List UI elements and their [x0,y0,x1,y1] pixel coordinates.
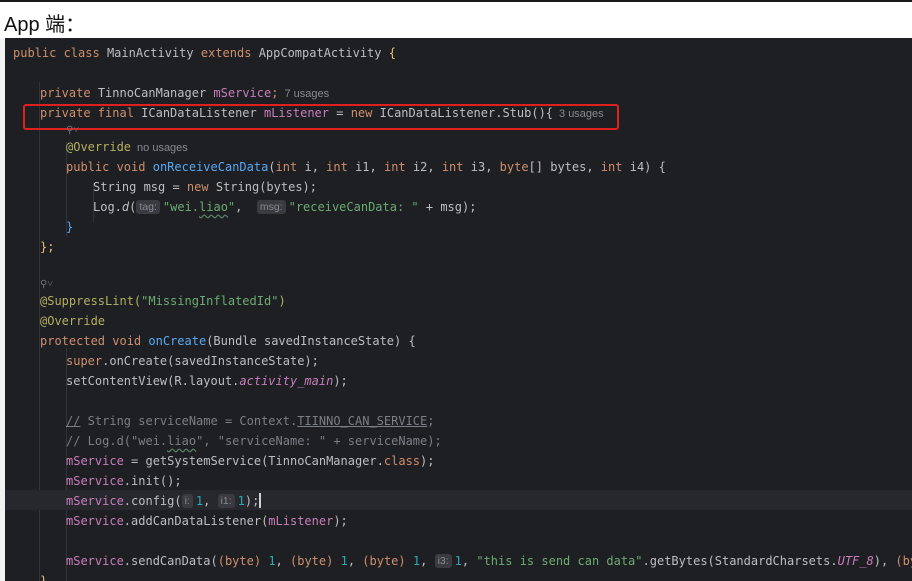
param-hint-i3: i3: [434,554,452,568]
param-hint-msg: msg: [256,200,286,214]
code-line-send: mService.sendCanData((byte) 1, (byte) 1,… [66,554,912,568]
code-line-assign-service: mService = getSystemService(TinnoCanMana… [66,454,435,468]
code-line-on-create: protected void onCreate(Bundle savedInst… [40,334,416,348]
code-line-last-brace: } [40,574,48,581]
document-title: App 端： [4,14,86,36]
code-line-comment1: // String serviceName = Context.TIINNO_C… [66,414,435,428]
code-line-content-view: setContentView(R.layout.activity_main); [66,374,348,388]
code-line-class-decl: public class MainActivity extends AppCom… [13,46,396,60]
code-line-comment2: // Log.d("wei.liao", "serviceName: " + s… [66,434,442,448]
param-hint-tag: tag: [136,200,160,214]
code-line-close-anon: }; [40,240,55,254]
document-header: App 端： [0,0,912,38]
code-line-msg: String msg = new String(bytes); [93,180,317,194]
param-hint-i: i: [181,494,193,508]
red-highlight-box [23,104,619,130]
usage-hint[interactable]: 7 usages [284,88,329,100]
code-line-add-listener: mService.addCanDataListener(mListener); [66,514,348,528]
code-line-config[interactable]: mService.config(i: 1, i1: 1); [66,491,262,511]
code-line-log: Log.d(tag: "wei.liao", msg: "receiveCanDat… [93,200,477,214]
code-line-init: mService.init(); [66,474,182,488]
usage-hint[interactable]: no usages [137,142,188,154]
code-line-override: @Override no usages [66,140,188,154]
code-line-close-method: } [66,220,74,234]
code-line-field-service: private TinnoCanManager mService; 7 usage… [40,86,330,100]
code-line-override2: @Override [40,314,106,328]
code-line-super: super.onCreate(savedInstanceState); [66,354,319,368]
param-hint-i1: i1: [217,494,235,508]
code-line-on-receive: public void onReceiveCanData(int i, int … [66,160,666,174]
code-editor[interactable]: public class MainActivity extends AppCom… [5,38,912,581]
text-caret [259,493,262,508]
code-line-suppress: @SuppressLint("MissingInflatedId") [40,294,286,308]
